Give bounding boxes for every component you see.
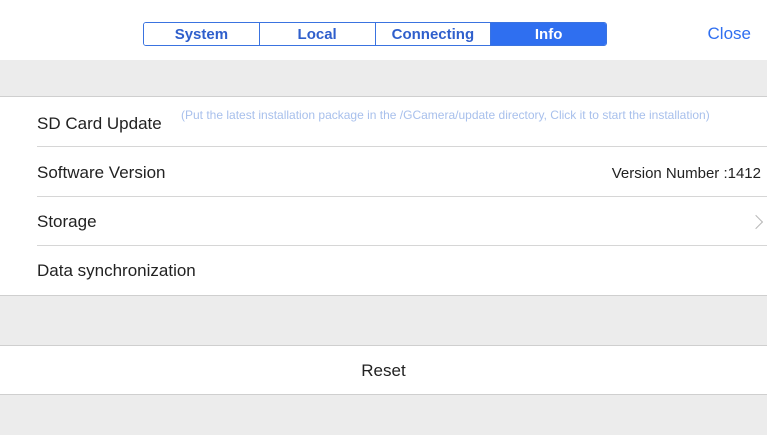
tab-info[interactable]: Info [491, 23, 606, 45]
close-button[interactable]: Close [708, 24, 751, 44]
data-synchronization-label: Data synchronization [37, 261, 196, 280]
reset-row[interactable]: Reset [0, 346, 767, 394]
storage-row[interactable]: Storage [0, 197, 767, 245]
storage-label: Storage [37, 212, 97, 231]
reset-button[interactable]: Reset [0, 361, 767, 381]
software-version-row: Software Version Version Number :1412 [0, 147, 767, 196]
sd-card-update-label: SD Card Update [37, 114, 162, 133]
top-bar: System Local Connecting Info Close [0, 0, 767, 60]
segmented-tabs: System Local Connecting Info [143, 22, 607, 46]
tab-connecting[interactable]: Connecting [375, 23, 492, 45]
tab-local[interactable]: Local [259, 23, 376, 45]
sd-card-update-hint: (Put the latest installation package in … [181, 108, 710, 122]
section-spacer-top [0, 60, 767, 96]
data-synchronization-row[interactable]: Data synchronization [0, 246, 767, 295]
tab-system[interactable]: System [144, 23, 260, 45]
software-version-label: Software Version [37, 163, 166, 182]
chevron-right-icon [748, 214, 764, 230]
version-number: Version Number :1412 [611, 165, 761, 182]
section-spacer-bottom [0, 395, 767, 435]
section-spacer-middle [0, 296, 767, 345]
